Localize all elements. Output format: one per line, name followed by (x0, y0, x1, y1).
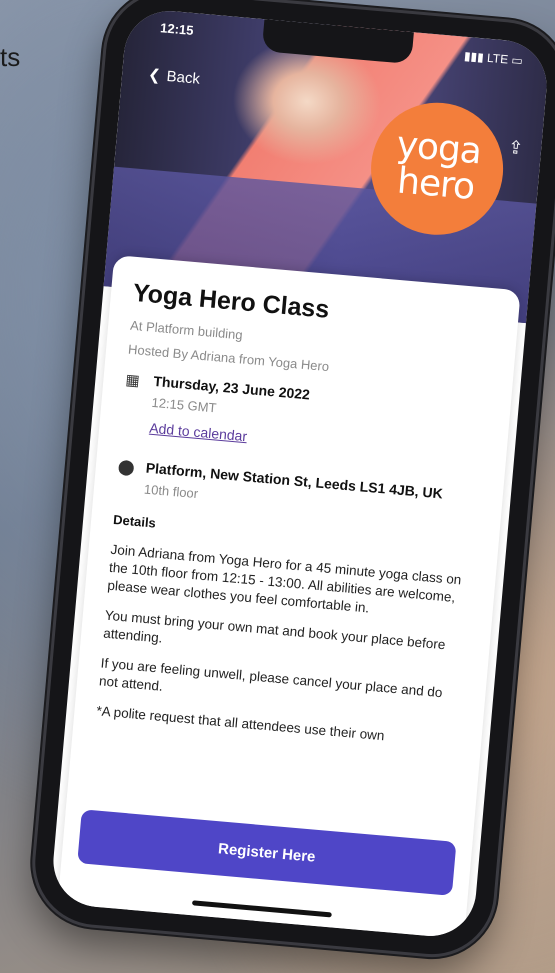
battery-icon: ▭ (510, 52, 524, 68)
carrier-label: LTE (486, 50, 509, 67)
back-label: Back (165, 67, 201, 88)
location-row: ⬤ Platform, New Station St, Leeds LS1 4J… (116, 457, 482, 526)
chevron-left-icon: ❮ (147, 66, 162, 85)
phone-frame: yoga hero 12:15 ▮▮▮ LTE ▭ ❮ Back ⇪ Yoga … (30, 0, 555, 960)
location-pin-icon: ⬤ (117, 458, 136, 477)
status-time: 12:15 (159, 20, 195, 38)
share-icon[interactable]: ⇪ (507, 137, 524, 159)
background-partial-text: ts (0, 42, 21, 72)
add-to-calendar-link[interactable]: Add to calendar (149, 420, 248, 444)
calendar-icon: ▦ (124, 371, 141, 390)
date-row: ▦ Thursday, 23 June 2022 12:15 GMT Add t… (121, 370, 489, 466)
signal-icon: ▮▮▮ (463, 48, 485, 65)
app-screen: yoga hero 12:15 ▮▮▮ LTE ▭ ❮ Back ⇪ Yoga … (49, 7, 551, 940)
